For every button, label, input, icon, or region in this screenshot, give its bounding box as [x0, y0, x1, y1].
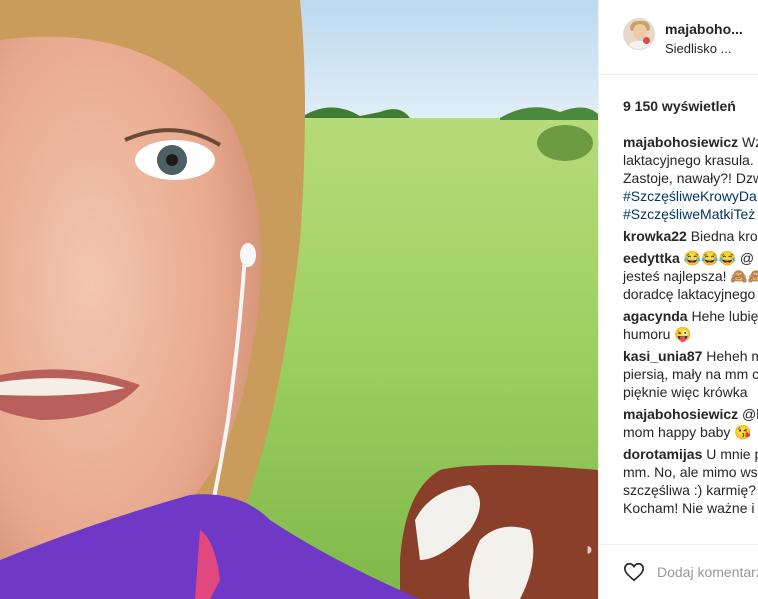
comment-line: mm. No, ale mimo ws	[623, 463, 758, 481]
comment-item: krowka22 Biedna kro	[623, 227, 758, 245]
comment-item: majabohosiewicz Wzlaktacyjnego krasula.Z…	[623, 133, 758, 223]
comment-line: doradcę laktacyjnego	[623, 285, 758, 303]
comment-line: laktacyjnego krasula.	[623, 151, 758, 169]
comment-line: eedyttka 😂😂😂 @	[623, 249, 758, 267]
comment-line: Zastoje, nawały?! Dzw	[623, 169, 758, 187]
comment-text: laktacyjnego krasula.	[623, 152, 754, 168]
comment-line: szczęśliwa :) karmię?	[623, 481, 758, 499]
comment-username[interactable]: dorotamijas	[623, 446, 702, 462]
comment-line: mom happy baby 😘	[623, 423, 758, 441]
comment-line: #SzczęśliweKrowyDa	[623, 187, 758, 205]
comment-item: majabohosiewicz @kmom happy baby 😘	[623, 405, 758, 441]
post-footer: Dodaj komentarz...	[599, 544, 758, 599]
heart-icon[interactable]	[623, 561, 645, 583]
comment-text: @k	[742, 406, 758, 422]
comment-item: agacyndа Hehe lubię humoru 😜	[623, 307, 758, 343]
comment-line: #SzczęśliweMatkiTeż	[623, 205, 758, 223]
header-text: majaboho... Siedlisko ...	[665, 18, 743, 57]
comment-line: krowka22 Biedna kro	[623, 227, 758, 245]
comment-text: jesteś najlepsza! 🙈🙈	[623, 268, 758, 284]
video-frame	[0, 0, 598, 599]
comment-text: humoru 😜	[623, 326, 692, 342]
comment-line: majabohosiewicz @k	[623, 405, 758, 423]
comment-line: piersią, mały na mm c	[623, 365, 758, 383]
comment-text: Zastoje, nawały?! Dzw	[623, 170, 758, 186]
comment-text: Heheh m	[702, 348, 758, 364]
avatar-badge	[643, 37, 650, 44]
post-media-video[interactable]: ◗	[0, 0, 598, 599]
comment-text: Hehe lubię	[687, 308, 758, 324]
comment-text: mm. No, ale mimo ws	[623, 464, 758, 480]
comment-text: mom happy baby 😘	[623, 424, 752, 440]
comment-text: U mnie p	[702, 446, 758, 462]
comment-line: humoru 😜	[623, 325, 758, 343]
comment-text: doradcę laktacyjnego	[623, 286, 756, 302]
comment-line: pięknie więc krówka	[623, 383, 758, 401]
comment-username[interactable]: agacyndа	[623, 308, 688, 324]
comment-line: kasi_unia87 Heheh m	[623, 347, 758, 365]
comment-item: kasi_unia87 Heheh m piersią, mały na mm c…	[623, 347, 758, 401]
video-watermark-icon: ◗	[584, 539, 595, 559]
comment-text: Kocham! Nie ważne i	[623, 500, 755, 516]
post-header: majaboho... Siedlisko ...	[599, 0, 758, 75]
comment-text: Biedna kro	[686, 228, 758, 244]
comment-text: piersią, mały na mm c	[623, 366, 758, 382]
comment-username[interactable]: eedyttka	[623, 250, 680, 266]
avatar[interactable]	[623, 18, 655, 50]
comment-text: Wz	[742, 134, 758, 150]
comment-line: jesteś najlepsza! 🙈🙈	[623, 267, 758, 285]
comment-text: pięknie więc krówka	[623, 384, 748, 400]
comment-username[interactable]: kasi_unia87	[623, 348, 702, 364]
comment-text: 😂😂😂 @	[679, 250, 755, 266]
comment-list: majabohosiewicz Wzlaktacyjnego krasula.Z…	[623, 133, 758, 521]
comment-text: szczęśliwa :) karmię?	[623, 482, 757, 498]
view-count[interactable]: 9 150 wyświetleń	[623, 98, 736, 114]
comment-item: dorotamijas U mnie p mm. No, ale mimo ws s…	[623, 445, 758, 517]
post-username[interactable]: majaboho...	[665, 20, 743, 38]
comment-username[interactable]: majabohosiewicz	[623, 134, 738, 150]
comment-line: dorotamijas U mnie p	[623, 445, 758, 463]
comment-username[interactable]: majabohosiewicz	[623, 406, 738, 422]
post-side-panel: majaboho... Siedlisko ... 9 150 wyświetl…	[598, 0, 758, 599]
comment-username[interactable]: krowka22	[623, 228, 687, 244]
comment-line: agacyndа Hehe lubię	[623, 307, 758, 325]
comment-item: eedyttka 😂😂😂 @ jesteś najlepsza! 🙈🙈 doradc…	[623, 249, 758, 303]
post-location[interactable]: Siedlisko ...	[665, 40, 743, 57]
hashtag-link[interactable]: #SzczęśliweMatkiTeż	[623, 206, 755, 222]
comment-line: majabohosiewicz Wz	[623, 133, 758, 151]
hashtag-link[interactable]: #SzczęśliweKrowyDa	[623, 188, 757, 204]
add-comment-input[interactable]: Dodaj komentarz...	[657, 564, 758, 580]
comment-line: Kocham! Nie ważne i	[623, 499, 758, 517]
